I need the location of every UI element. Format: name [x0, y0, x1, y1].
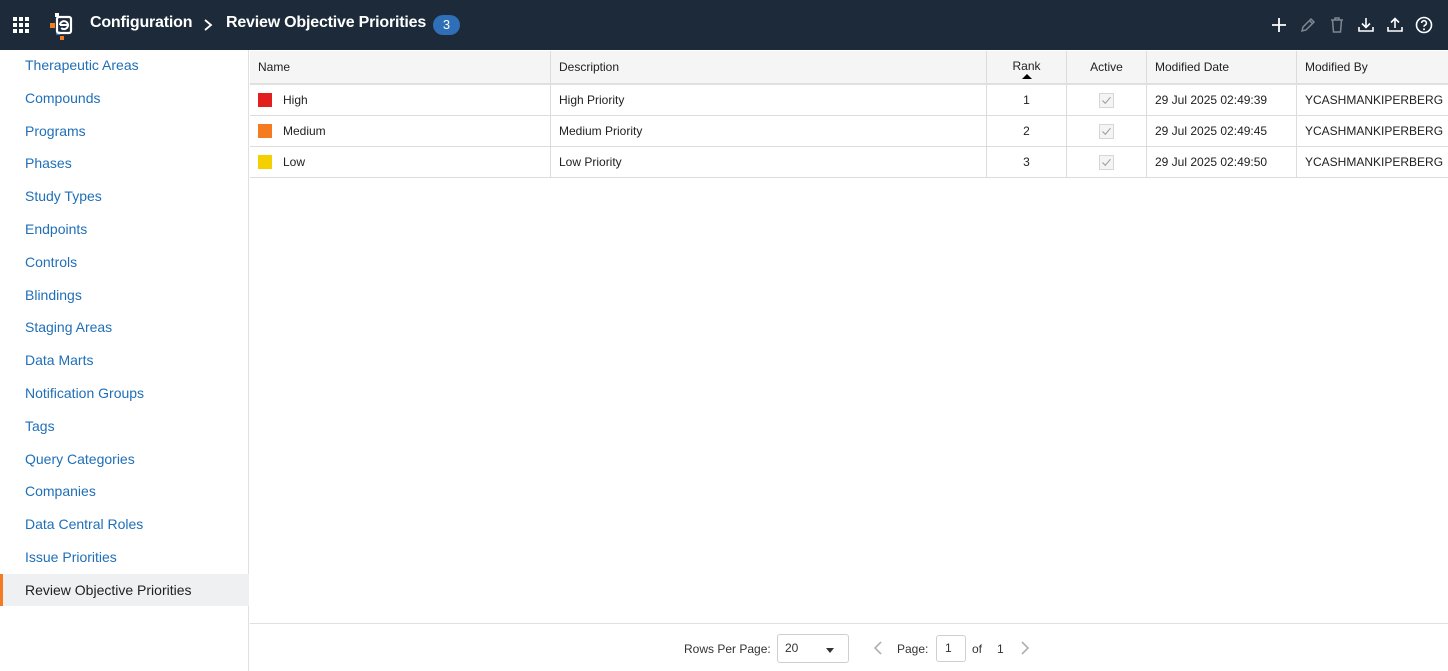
column-header-name[interactable]: Name: [250, 51, 551, 83]
table-row[interactable]: Low Low Priority 3 29 Jul 2025 02:49:50 …: [250, 147, 1448, 178]
sidebar-item-study-types[interactable]: Study Types: [0, 180, 249, 212]
upload-button[interactable]: [1385, 14, 1405, 36]
cell-modified-date: 29 Jul 2025 02:49:50: [1147, 147, 1297, 177]
table-row[interactable]: High High Priority 1 29 Jul 2025 02:49:3…: [250, 85, 1448, 116]
sidebar-item-notification-groups[interactable]: Notification Groups: [0, 377, 249, 409]
configuration-sidebar: Therapeutic Areas Compounds Programs Pha…: [0, 50, 249, 671]
table-row[interactable]: Medium Medium Priority 2 29 Jul 2025 02:…: [250, 116, 1448, 147]
add-button[interactable]: [1269, 14, 1289, 36]
sidebar-item-query-categories[interactable]: Query Categories: [0, 443, 249, 475]
add-icon: [1272, 18, 1286, 32]
rows-per-page-label: Rows Per Page:: [684, 642, 771, 656]
sidebar-item-staging-areas[interactable]: Staging Areas: [0, 311, 249, 343]
sidebar-item-issue-priorities[interactable]: Issue Priorities: [0, 541, 249, 573]
check-icon: [1102, 96, 1111, 104]
sidebar-item-review-objective-priorities[interactable]: Review Objective Priorities: [0, 574, 249, 606]
help-button[interactable]: [1414, 14, 1434, 36]
sidebar-item-data-central-roles[interactable]: Data Central Roles: [0, 508, 249, 540]
breadcrumb-root[interactable]: Configuration: [90, 14, 192, 32]
sidebar-item-controls[interactable]: Controls: [0, 246, 249, 278]
delete-icon: [1331, 17, 1343, 33]
page-number-input[interactable]: 1: [936, 635, 966, 662]
column-header-modified-date-label: Modified Date: [1155, 60, 1230, 74]
cell-modified-by: YCASHMANKIPERBERG: [1305, 93, 1444, 107]
download-button[interactable]: [1356, 14, 1376, 36]
rows-per-page-value: 20: [785, 641, 799, 655]
app-logo-icon[interactable]: [48, 11, 74, 41]
sort-ascending-icon: [1021, 74, 1032, 79]
cell-name-label: High: [283, 93, 308, 107]
rows-per-page-select[interactable]: 20: [777, 634, 849, 663]
cell-modified-by: YCASHMANKIPERBERG: [1305, 124, 1444, 138]
column-header-modified-date[interactable]: Modified Date: [1147, 51, 1297, 83]
priority-color-swatch: [258, 124, 272, 138]
top-app-bar: Configuration Review Objective Prioritie…: [0, 0, 1448, 50]
sidebar-item-compounds[interactable]: Compounds: [0, 82, 249, 114]
column-header-active-label: Active: [1090, 60, 1123, 74]
cell-modified-date: 29 Jul 2025 02:49:39: [1147, 85, 1297, 115]
active-checkbox: [1099, 92, 1114, 108]
sidebar-item-programs[interactable]: Programs: [0, 115, 249, 147]
column-header-active[interactable]: Active: [1067, 51, 1147, 83]
cell-modified-by: YCASHMANKIPERBERG: [1305, 155, 1444, 169]
cell-name-label: Medium: [283, 124, 326, 138]
pagination-bar: Rows Per Page: 20 Page: 1 of 1: [250, 623, 1448, 671]
cell-modified-date: 29 Jul 2025 02:49:45: [1147, 116, 1297, 146]
column-header-modified-by[interactable]: Modified By: [1297, 51, 1448, 83]
column-header-rank-label: Rank: [1012, 59, 1041, 73]
edit-button[interactable]: [1298, 14, 1318, 36]
next-page-icon[interactable]: [1019, 640, 1031, 656]
help-icon: [1415, 16, 1433, 34]
column-header-modified-by-label: Modified By: [1305, 60, 1368, 74]
cell-name: High: [250, 85, 551, 115]
caret-down-icon: [826, 648, 834, 653]
cell-name: Medium: [250, 116, 551, 146]
previous-page-icon[interactable]: [872, 640, 884, 656]
cell-description: Medium Priority: [551, 116, 987, 146]
cell-description: High Priority: [551, 85, 987, 115]
page-label: Page:: [897, 642, 929, 656]
sidebar-item-blindings[interactable]: Blindings: [0, 279, 249, 311]
sidebar-item-data-marts[interactable]: Data Marts: [0, 344, 249, 376]
priority-color-swatch: [258, 155, 272, 169]
cell-description: Low Priority: [551, 147, 987, 177]
delete-button[interactable]: [1327, 14, 1347, 36]
active-checkbox: [1099, 154, 1114, 170]
toolbar: [1260, 14, 1434, 36]
priority-color-swatch: [258, 93, 272, 107]
sidebar-item-companies[interactable]: Companies: [0, 475, 249, 507]
upload-icon: [1387, 17, 1403, 32]
sidebar-item-therapeutic-areas[interactable]: Therapeutic Areas: [0, 49, 249, 81]
cell-active: [1067, 116, 1147, 146]
grid-header-row: Name Description Rank Active Modified Da…: [250, 51, 1448, 85]
cell-active: [1067, 147, 1147, 177]
download-icon: [1358, 18, 1374, 32]
cell-active: [1067, 85, 1147, 115]
cell-name: Low: [250, 147, 551, 177]
cell-name-label: Low: [283, 155, 306, 169]
page-of-label: of: [972, 642, 983, 656]
edit-icon: [1300, 17, 1316, 33]
cell-rank: 3: [987, 147, 1067, 177]
total-pages: 1: [997, 642, 1004, 656]
record-count-badge: 3: [433, 15, 460, 35]
sidebar-item-endpoints[interactable]: Endpoints: [0, 213, 249, 245]
cell-rank: 1: [987, 85, 1067, 115]
column-header-name-label: Name: [258, 60, 291, 74]
check-icon: [1102, 158, 1111, 166]
active-checkbox: [1099, 123, 1114, 139]
column-header-description[interactable]: Description: [551, 51, 987, 83]
check-icon: [1102, 127, 1111, 135]
cell-rank: 2: [987, 116, 1067, 146]
page-title: Review Objective Priorities: [226, 14, 427, 31]
sidebar-item-tags[interactable]: Tags: [0, 410, 249, 442]
column-header-description-label: Description: [559, 60, 620, 74]
app-launcher-icon[interactable]: [13, 17, 29, 33]
column-header-rank[interactable]: Rank: [987, 51, 1067, 83]
sidebar-item-phases[interactable]: Phases: [0, 147, 249, 179]
chevron-right-icon: [204, 19, 213, 31]
